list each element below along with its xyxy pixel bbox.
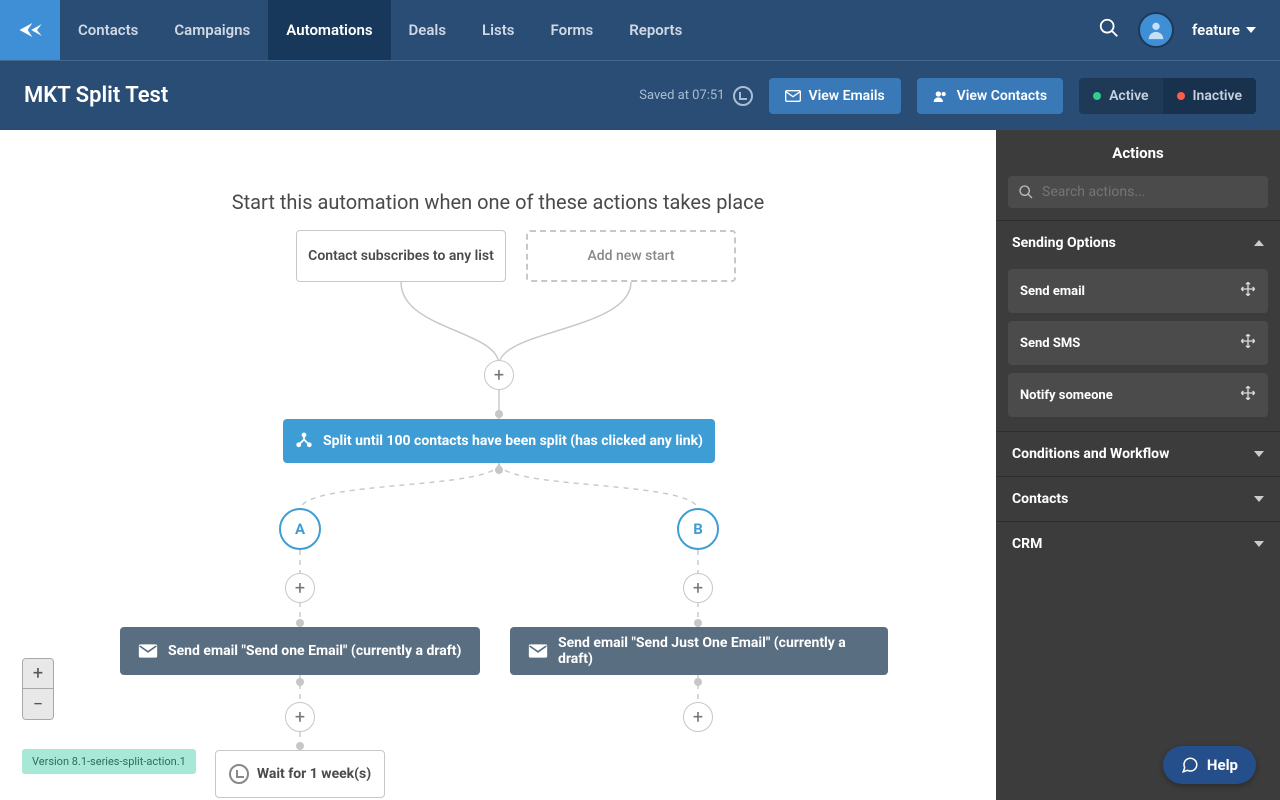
search-actions-field[interactable] [1042, 184, 1258, 200]
user-label: feature [1192, 21, 1240, 39]
split-node[interactable]: Split until 100 contacts have been split… [283, 419, 715, 463]
connector-dot-icon [296, 678, 304, 686]
view-contacts-button[interactable]: View Contacts [917, 78, 1063, 114]
actions-sidebar: Actions Sending Options Send email Send S… [996, 130, 1280, 800]
chevron-down-icon [1254, 451, 1264, 457]
path-node-b[interactable]: B [677, 508, 719, 550]
move-icon [1240, 333, 1256, 353]
user-menu[interactable]: feature [1192, 21, 1256, 39]
help-button[interactable]: Help [1163, 746, 1256, 784]
move-icon [1240, 385, 1256, 405]
action-notify-someone[interactable]: Notify someone [1008, 373, 1268, 417]
avatar[interactable] [1138, 12, 1174, 48]
top-nav: ContactsCampaignsAutomationsDealsListsFo… [0, 0, 1280, 60]
chevron-down-icon [1254, 496, 1264, 502]
page-title: MKT Split Test [24, 83, 168, 108]
status-toggle: Active Inactive [1079, 78, 1256, 114]
connector-dot-icon [296, 619, 304, 627]
action-send-email[interactable]: Send email [1008, 269, 1268, 313]
connector-dot-icon [694, 619, 702, 627]
nav-item-lists[interactable]: Lists [464, 0, 532, 60]
action-send-email-a[interactable]: Send email "Send one Email" (currently a… [120, 627, 480, 675]
brand-logo[interactable] [0, 0, 60, 60]
nav-item-campaigns[interactable]: Campaigns [156, 0, 268, 60]
add-step-button[interactable]: + [683, 573, 713, 603]
status-active-button[interactable]: Active [1079, 78, 1162, 114]
path-node-a[interactable]: A [279, 508, 321, 550]
zoom-controls: + − [22, 658, 54, 720]
nav-item-automations[interactable]: Automations [268, 0, 390, 60]
search-icon[interactable] [1098, 17, 1120, 43]
nav-items: ContactsCampaignsAutomationsDealsListsFo… [60, 0, 700, 60]
nav-item-reports[interactable]: Reports [611, 0, 700, 60]
add-step-button[interactable]: + [484, 360, 514, 390]
zoom-in-button[interactable]: + [23, 659, 53, 689]
action-send-email-b[interactable]: Send email "Send Just One Email" (curren… [510, 627, 888, 675]
section-sending-options[interactable]: Sending Options [996, 220, 1280, 265]
nav-item-forms[interactable]: Forms [533, 0, 612, 60]
chevron-down-icon [1246, 27, 1256, 33]
chevron-down-icon [1254, 541, 1264, 547]
section-contacts[interactable]: Contacts [996, 476, 1280, 521]
sidebar-title: Actions [996, 130, 1280, 176]
add-step-button[interactable]: + [683, 702, 713, 732]
sub-header: MKT Split Test Saved at 07:51 View Email… [0, 60, 1280, 130]
add-step-button[interactable]: + [285, 702, 315, 732]
search-actions-input[interactable] [1008, 176, 1268, 208]
saved-status: Saved at 07:51 [639, 86, 752, 106]
history-icon[interactable] [733, 86, 753, 106]
connector-dot-icon [694, 678, 702, 686]
connector-dot-icon [495, 466, 503, 474]
section-crm[interactable]: CRM [996, 521, 1280, 566]
add-start-trigger[interactable]: Add new start [526, 230, 736, 282]
connector-dot-icon [296, 742, 304, 750]
status-inactive-button[interactable]: Inactive [1163, 78, 1256, 114]
chevron-up-icon [1254, 240, 1264, 246]
start-trigger[interactable]: Contact subscribes to any list [296, 230, 506, 282]
action-send-sms[interactable]: Send SMS [1008, 321, 1268, 365]
connector-dot-icon [495, 410, 503, 418]
status-dot-icon [1093, 92, 1101, 100]
nav-item-deals[interactable]: Deals [391, 0, 465, 60]
section-conditions[interactable]: Conditions and Workflow [996, 431, 1280, 476]
wait-node[interactable]: Wait for 1 week(s) [215, 750, 385, 798]
zoom-out-button[interactable]: − [23, 689, 53, 719]
add-step-button[interactable]: + [285, 573, 315, 603]
status-dot-icon [1177, 92, 1185, 100]
move-icon [1240, 281, 1256, 301]
nav-item-contacts[interactable]: Contacts [60, 0, 156, 60]
view-emails-button[interactable]: View Emails [769, 78, 901, 114]
version-tag: Version 8.1-series-split-action.1 [22, 749, 196, 774]
clock-icon [229, 764, 249, 784]
instruction-text: Start this automation when one of these … [0, 190, 996, 214]
canvas[interactable]: Start this automation when one of these … [0, 130, 996, 800]
